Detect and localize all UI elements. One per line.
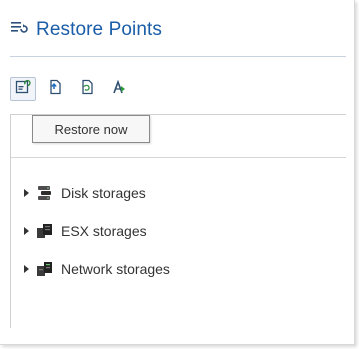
restore-file-button[interactable] bbox=[42, 77, 68, 101]
esx-storage-icon bbox=[36, 223, 54, 239]
panel-title: Restore Points bbox=[36, 19, 163, 40]
restore-backup-icon bbox=[79, 79, 95, 100]
restore-points-list-icon bbox=[10, 20, 28, 41]
export-restore-icon bbox=[111, 79, 127, 100]
tree-item-disk-storages[interactable]: Disk storages bbox=[24, 183, 170, 203]
network-storage-icon bbox=[36, 261, 54, 277]
restore-now-button[interactable] bbox=[10, 77, 36, 101]
tree-item-network-storages[interactable]: Network storages bbox=[24, 259, 170, 279]
expand-arrow-icon[interactable] bbox=[24, 265, 29, 273]
restore-backup-button[interactable] bbox=[74, 77, 100, 101]
restore-file-icon bbox=[47, 79, 63, 100]
export-restore-button[interactable] bbox=[106, 77, 132, 101]
restore-points-panel: Restore Points Restore now Disk storages… bbox=[0, 0, 355, 345]
expand-arrow-icon[interactable] bbox=[24, 189, 29, 197]
disk-storage-icon bbox=[36, 185, 54, 201]
restore-now-icon bbox=[15, 79, 31, 100]
tree-item-label: Network storages bbox=[61, 261, 170, 277]
panel-header: Restore Points bbox=[10, 16, 162, 44]
content-divider bbox=[11, 157, 346, 158]
toolbar bbox=[10, 77, 132, 101]
expand-arrow-icon[interactable] bbox=[24, 227, 29, 235]
storage-tree: Disk storages ESX storages Network stora… bbox=[24, 183, 170, 297]
tree-item-label: Disk storages bbox=[61, 185, 146, 201]
header-divider bbox=[10, 56, 346, 57]
tree-item-esx-storages[interactable]: ESX storages bbox=[24, 221, 170, 241]
tree-item-label: ESX storages bbox=[61, 223, 147, 239]
restore-now-tooltip: Restore now bbox=[32, 115, 150, 143]
